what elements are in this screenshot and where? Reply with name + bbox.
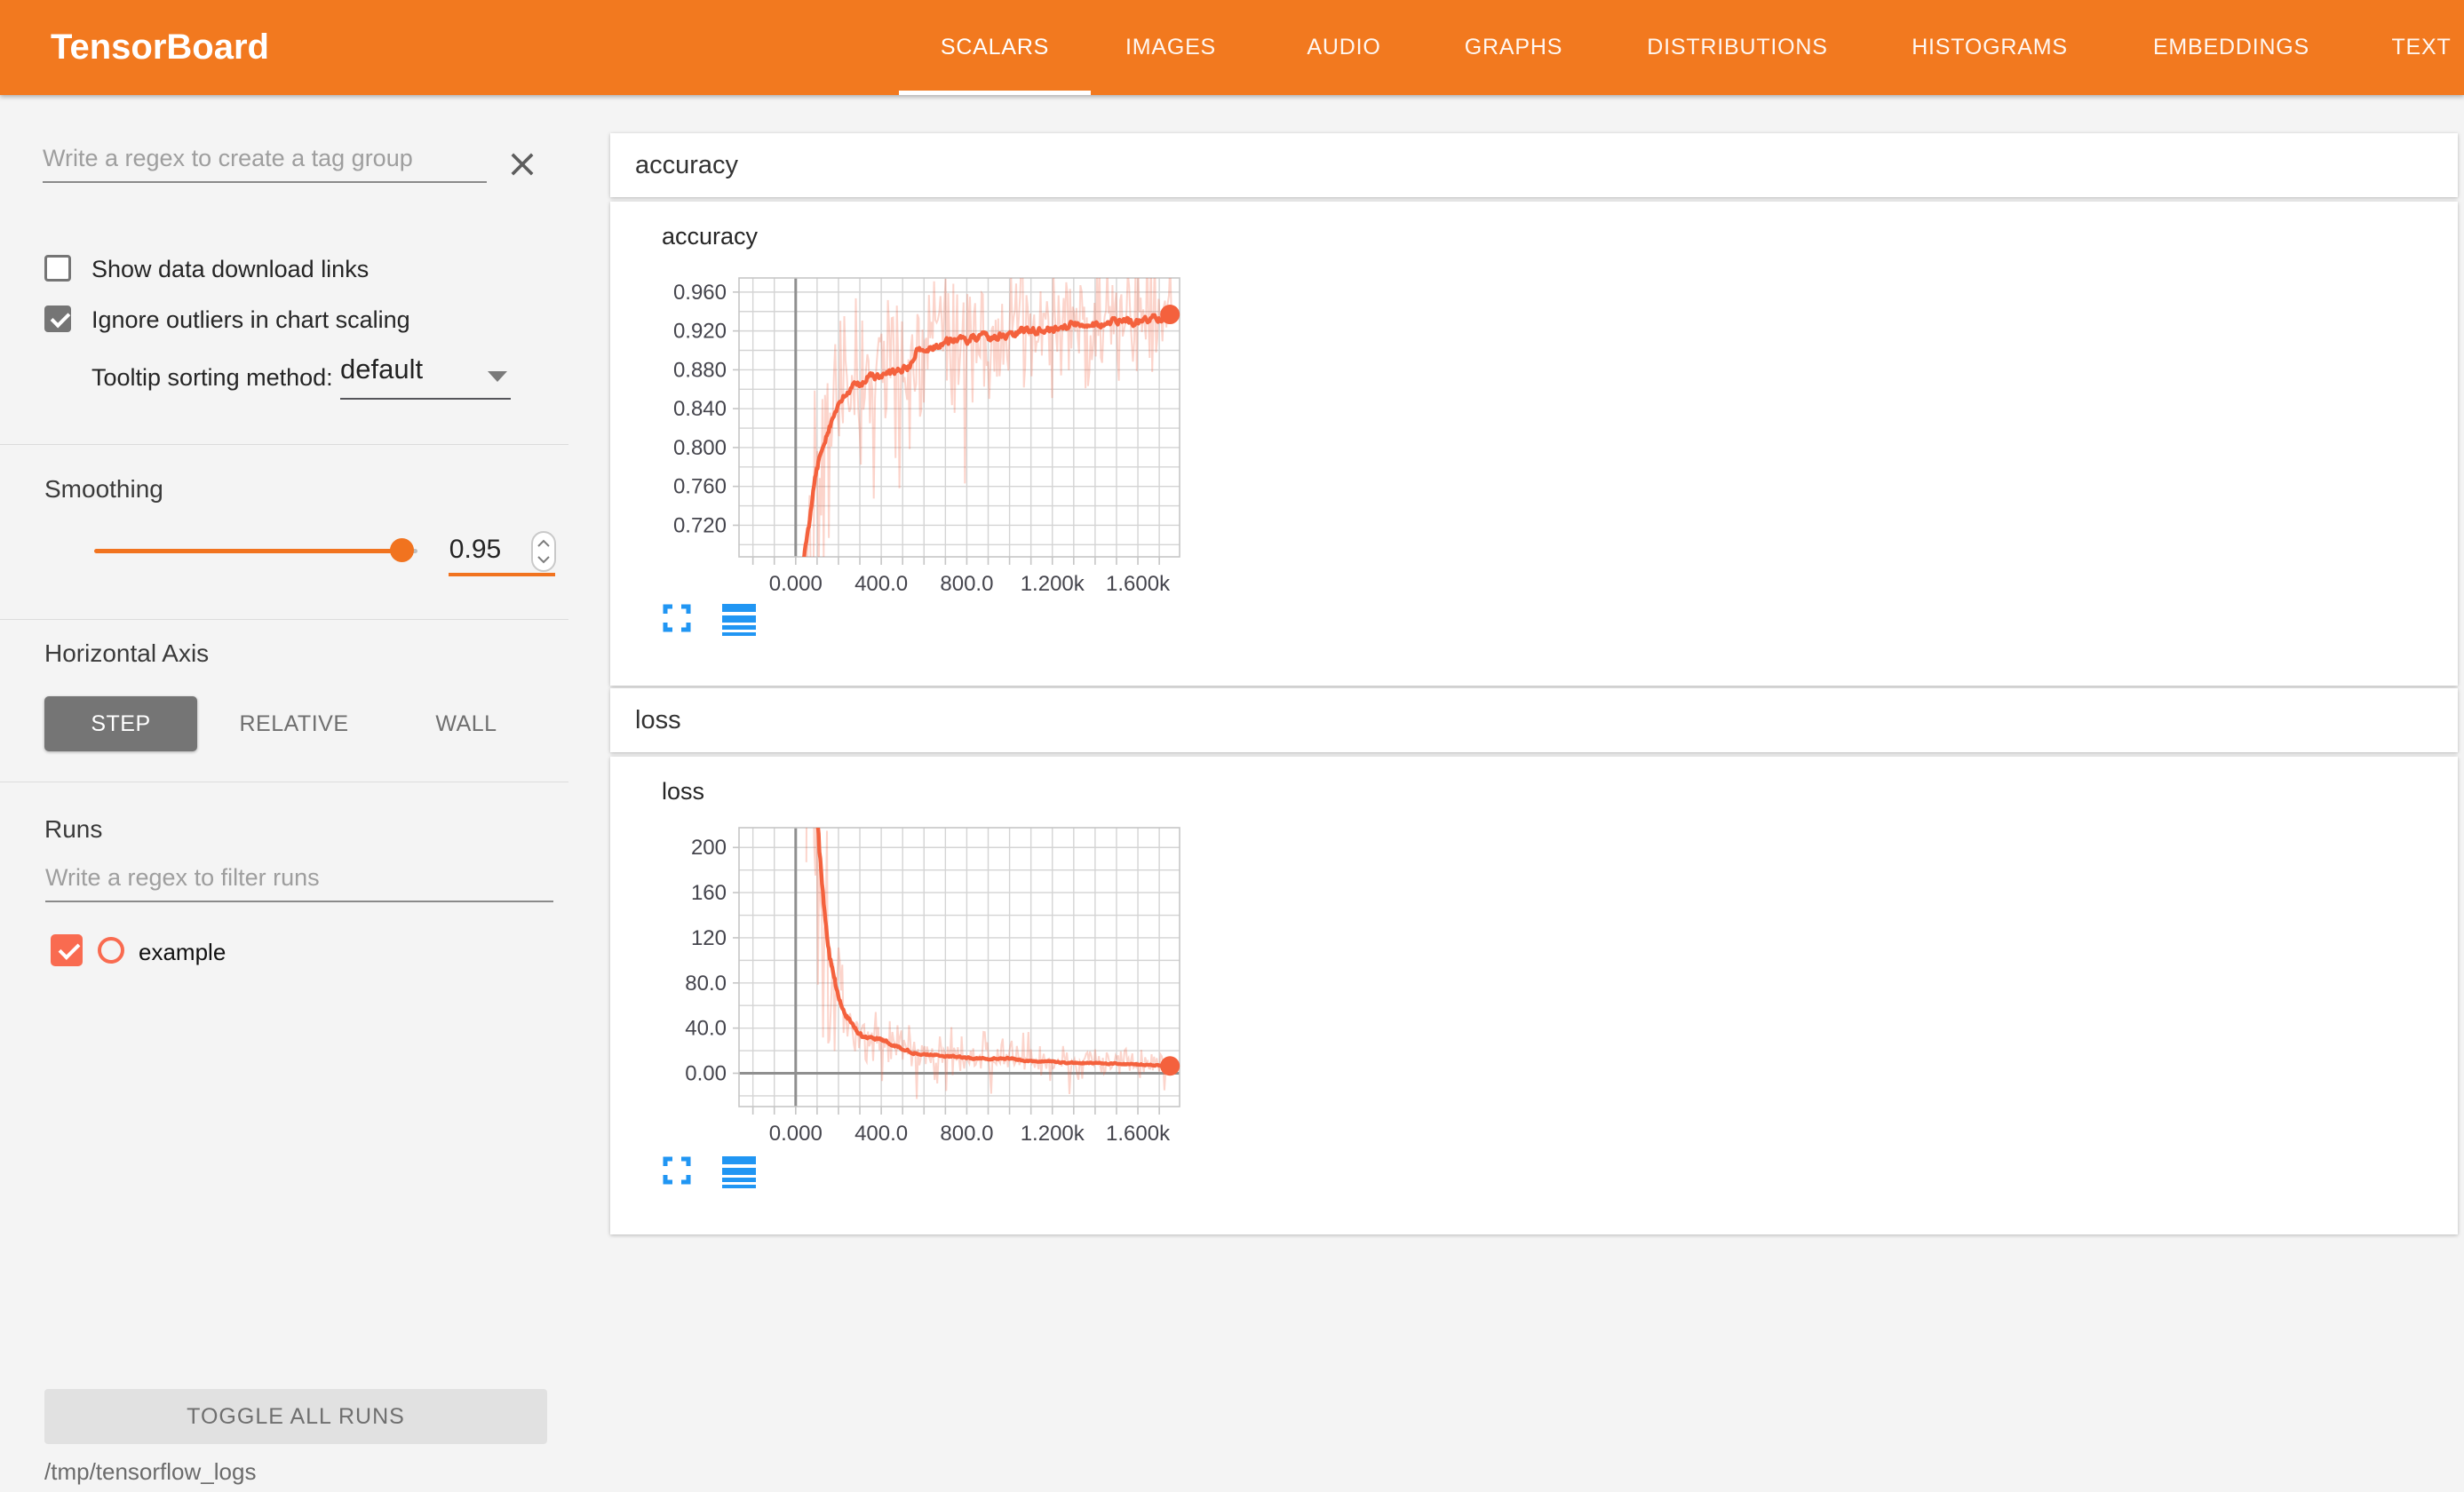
- svg-text:400.0: 400.0: [854, 572, 908, 596]
- run-list-icon: [722, 1155, 756, 1189]
- runs-selector-button[interactable]: [722, 1155, 756, 1189]
- svg-text:0.800: 0.800: [673, 436, 727, 460]
- svg-text:160: 160: [691, 881, 727, 905]
- toggle-all-runs-button[interactable]: TOGGLE ALL RUNS: [44, 1389, 547, 1444]
- tab-embeddings[interactable]: EMBEDDINGS: [2153, 0, 2309, 95]
- show-download-links-label: Show data download links: [91, 256, 369, 283]
- loss-chart[interactable]: 200 160 120 80.0 40.0 0.00 0.000 400.0 800.0 1.20…: [646, 803, 1232, 1158]
- accuracy-chart-card: accuracy 0.9600.9200.8800.8400.8000.7600…: [610, 202, 2458, 686]
- runs-selector-button[interactable]: [722, 603, 756, 637]
- tooltip-sorting-dropdown[interactable]: default: [340, 353, 511, 400]
- tab-text[interactable]: TEXT: [2391, 0, 2451, 95]
- tooltip-sorting-label: Tooltip sorting method:: [91, 364, 333, 392]
- chart-title: loss: [662, 778, 704, 806]
- smoothing-label: Smoothing: [44, 475, 163, 504]
- smoothing-value[interactable]: 0.95: [444, 535, 506, 565]
- ignore-outliers-label: Ignore outliers in chart scaling: [91, 306, 410, 334]
- tag-filter-input[interactable]: [43, 145, 487, 183]
- run-example-label: example: [139, 939, 226, 966]
- smoothing-slider-track[interactable]: [94, 549, 396, 553]
- expand-chart-button[interactable]: [662, 603, 692, 633]
- checkmark-icon: [59, 938, 81, 960]
- divider: [0, 619, 568, 620]
- show-download-links-checkbox[interactable]: [44, 255, 71, 282]
- tooltip-sorting-value: default: [340, 353, 423, 385]
- runs-label: Runs: [44, 815, 102, 844]
- run-color-swatch: [98, 937, 124, 964]
- svg-text:0.840: 0.840: [673, 397, 727, 421]
- svg-text:400.0: 400.0: [854, 1122, 908, 1146]
- svg-text:0.000: 0.000: [769, 1122, 823, 1146]
- smoothing-value-underline: [449, 573, 555, 576]
- tab-graphs[interactable]: GRAPHS: [1465, 0, 1562, 95]
- clear-tag-filter-button[interactable]: [505, 147, 540, 183]
- svg-text:0.760: 0.760: [673, 475, 727, 499]
- svg-text:80.0: 80.0: [685, 972, 727, 996]
- smoothing-slider-thumb[interactable]: [390, 538, 414, 562]
- checkmark-icon: [51, 308, 71, 329]
- section-header-accuracy[interactable]: accuracy: [610, 133, 2458, 197]
- app-header: TensorBoard SCALARS IMAGES AUDIO GRAPHS …: [0, 0, 2464, 95]
- svg-text:800.0: 800.0: [940, 572, 993, 596]
- log-directory-path: /tmp/tensorflow_logs: [44, 1458, 256, 1486]
- tab-distributions[interactable]: DISTRIBUTIONS: [1647, 0, 1827, 95]
- loss-chart-card: loss 200 160 120 80.0 40.0 0.00 0.000 400.0 800.…: [610, 757, 2458, 1234]
- expand-chart-button[interactable]: [662, 1155, 692, 1186]
- section-title: accuracy: [635, 133, 738, 197]
- accuracy-chart[interactable]: 0.960 0.920 0.880 0.840 0.800 0.760 0.720 0.000…: [646, 253, 1232, 608]
- ignore-outliers-checkbox[interactable]: [44, 306, 71, 332]
- svg-text:0.920: 0.920: [673, 320, 727, 344]
- app-title: TensorBoard: [51, 0, 269, 95]
- tab-audio[interactable]: AUDIO: [1307, 0, 1380, 95]
- runs-filter-input[interactable]: [45, 864, 553, 902]
- svg-text:800.0: 800.0: [940, 1122, 993, 1146]
- run-example-checkbox[interactable]: [51, 934, 83, 966]
- svg-text:1.600k: 1.600k: [1106, 572, 1171, 596]
- divider: [0, 444, 568, 445]
- section-header-loss[interactable]: loss: [610, 688, 2458, 752]
- svg-text:0.720: 0.720: [673, 513, 727, 537]
- svg-text:1.200k: 1.200k: [1021, 572, 1085, 596]
- run-list-icon: [722, 603, 756, 637]
- section-title: loss: [635, 688, 681, 752]
- svg-text:120: 120: [691, 926, 727, 950]
- tab-scalars[interactable]: SCALARS: [941, 0, 1049, 95]
- axis-wall-button[interactable]: WALL: [404, 696, 529, 751]
- chevron-down-icon: [537, 555, 551, 564]
- svg-text:1.200k: 1.200k: [1021, 1122, 1085, 1146]
- axis-step-button[interactable]: STEP: [44, 696, 197, 751]
- chevron-up-icon: [537, 539, 551, 548]
- smoothing-stepper[interactable]: [531, 531, 556, 572]
- axis-relative-button[interactable]: RELATIVE: [226, 696, 362, 751]
- svg-text:1.600k: 1.600k: [1106, 1122, 1171, 1146]
- fullscreen-icon: [662, 603, 692, 633]
- tab-histograms[interactable]: HISTOGRAMS: [1912, 0, 2068, 95]
- svg-text:200: 200: [691, 836, 727, 860]
- svg-text:0.880: 0.880: [673, 358, 727, 382]
- svg-text:0.00: 0.00: [685, 1061, 727, 1085]
- tab-images[interactable]: IMAGES: [1125, 0, 1216, 95]
- close-icon: [505, 147, 539, 181]
- chevron-down-icon: [488, 371, 507, 382]
- fullscreen-icon: [662, 1155, 692, 1186]
- horizontal-axis-label: Horizontal Axis: [44, 639, 209, 668]
- svg-text:0.960: 0.960: [673, 281, 727, 305]
- chart-title: accuracy: [662, 223, 758, 250]
- svg-text:0.000: 0.000: [769, 572, 823, 596]
- svg-text:40.0: 40.0: [685, 1017, 727, 1041]
- active-tab-indicator: [899, 91, 1091, 95]
